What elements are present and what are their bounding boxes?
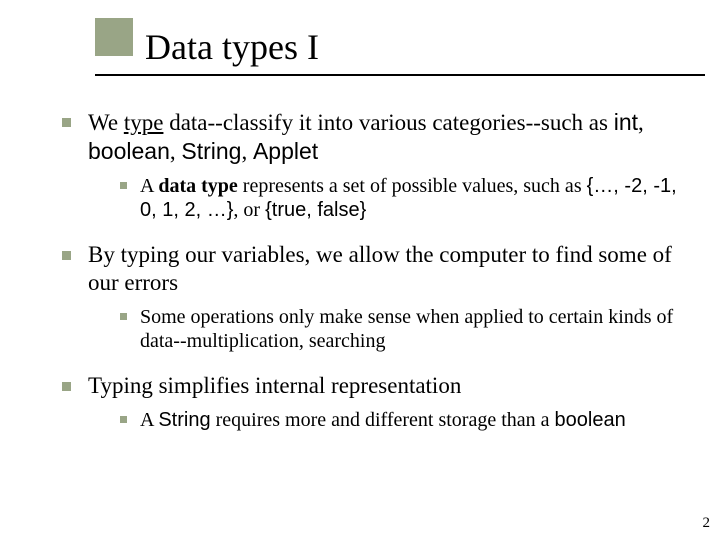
code-val: -1 [653,175,671,197]
text-underlined: type [124,110,164,135]
page-number: 2 [703,515,711,532]
text: We [88,110,124,135]
code-false: false [317,199,359,221]
code-applet: Applet [253,138,318,164]
text: Some operations only make sense when app… [140,306,673,352]
text-bold: data type [158,175,237,197]
bullet-3-sub: A String requires more and different sto… [118,408,680,432]
text: , [671,175,677,197]
text: Typing simplifies internal representatio… [88,373,461,398]
slide-title: Data types I [145,26,319,68]
text: , [241,139,253,164]
text: { [265,199,272,221]
code-val: 1 [162,199,173,221]
title-accent-square [95,18,133,56]
text: requires more and different storage than… [211,409,555,431]
bullet-1: We type data--classify it into various c… [60,108,680,223]
text: By typing our variables, we allow the co… [88,242,672,295]
text: , …} [196,199,234,221]
bullet-3: Typing simplifies internal representatio… [60,372,680,432]
text: A [140,409,158,431]
text: A [140,175,158,197]
text: , [306,199,317,221]
text: , or [233,199,265,221]
text: represents a set of possible values, suc… [238,175,587,197]
slide: Data types I We type data--classify it i… [0,0,720,540]
code-val: 0 [140,199,151,221]
text: , [638,110,644,135]
code-boolean: boolean [88,138,170,164]
bullet-2-sub: Some operations only make sense when app… [118,305,680,354]
code-val: 2 [185,199,196,221]
text: } [360,199,367,221]
bullet-1-sub: A data type represents a set of possible… [118,174,680,223]
slide-body: We type data--classify it into various c… [60,108,680,450]
bullet-2: By typing our variables, we allow the co… [60,241,680,354]
text: , [151,199,162,221]
code-string: String [158,409,210,431]
text: , [173,199,184,221]
text: , [642,175,653,197]
code-string: String [181,138,241,164]
title-underline [95,74,705,76]
text: data--classify it into various categorie… [163,110,613,135]
code-boolean: boolean [555,409,626,431]
code-true: true [272,199,306,221]
text: {…, [587,175,625,197]
text: , [170,139,182,164]
code-val: -2 [624,175,642,197]
code-int: int [614,109,638,135]
